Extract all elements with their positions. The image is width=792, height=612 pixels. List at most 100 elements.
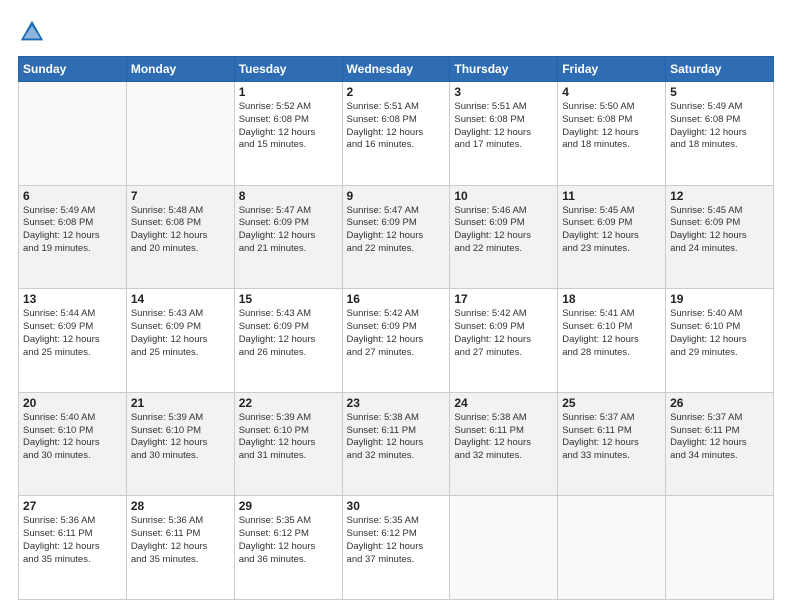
calendar-cell [126, 82, 234, 186]
calendar-cell: 9 Sunrise: 5:47 AM Sunset: 6:09 PM Daylig… [342, 185, 450, 289]
calendar-cell: 24 Sunrise: 5:38 AM Sunset: 6:11 PM Dayli… [450, 392, 558, 496]
weekday-header-tuesday: Tuesday [234, 57, 342, 82]
header [18, 18, 774, 46]
week-row-3: 13 Sunrise: 5:44 AM Sunset: 6:09 PM Dayli… [19, 289, 774, 393]
day-info: Sunrise: 5:38 AM Sunset: 6:11 PM Dayligh… [454, 412, 553, 463]
day-info: Sunrise: 5:40 AM Sunset: 6:10 PM Dayligh… [23, 412, 122, 463]
calendar-cell: 20 Sunrise: 5:40 AM Sunset: 6:10 PM Dayli… [19, 392, 127, 496]
week-row-5: 27 Sunrise: 5:36 AM Sunset: 6:11 PM Dayli… [19, 496, 774, 600]
week-row-1: 1 Sunrise: 5:52 AM Sunset: 6:08 PM Daylig… [19, 82, 774, 186]
day-info: Sunrise: 5:37 AM Sunset: 6:11 PM Dayligh… [562, 412, 661, 463]
day-number: 5 [670, 85, 769, 99]
day-info: Sunrise: 5:46 AM Sunset: 6:09 PM Dayligh… [454, 205, 553, 256]
weekday-header-thursday: Thursday [450, 57, 558, 82]
day-info: Sunrise: 5:52 AM Sunset: 6:08 PM Dayligh… [239, 101, 338, 152]
calendar-cell: 14Sunrise: 5:43 AM Sunset: 6:09 PM Dayli… [126, 289, 234, 393]
day-number: 15 [239, 292, 338, 306]
day-number: 2 [347, 85, 446, 99]
day-info: Sunrise: 5:47 AM Sunset: 6:09 PM Dayligh… [347, 205, 446, 256]
week-row-4: 20 Sunrise: 5:40 AM Sunset: 6:10 PM Dayli… [19, 392, 774, 496]
calendar-cell: 3 Sunrise: 5:51 AM Sunset: 6:08 PM Daylig… [450, 82, 558, 186]
day-number: 16 [347, 292, 446, 306]
day-info: Sunrise: 5:43 AM Sunset: 6:09 PM Dayligh… [239, 308, 338, 359]
weekday-header-row: SundayMondayTuesdayWednesdayThursdayFrid… [19, 57, 774, 82]
day-number: 4 [562, 85, 661, 99]
calendar-cell [558, 496, 666, 600]
day-info: Sunrise: 5:42 AM Sunset: 6:09 PM Dayligh… [347, 308, 446, 359]
day-number: 1 [239, 85, 338, 99]
day-number: 23 [347, 396, 446, 410]
calendar-cell: 15 Sunrise: 5:43 AM Sunset: 6:09 PM Dayli… [234, 289, 342, 393]
day-info: Sunrise: 5:42 AM Sunset: 6:09 PM Dayligh… [454, 308, 553, 359]
day-info: Sunrise: 5:37 AM Sunset: 6:11 PM Dayligh… [670, 412, 769, 463]
weekday-header-sunday: Sunday [19, 57, 127, 82]
weekday-header-monday: Monday [126, 57, 234, 82]
day-info: Sunrise: 5:35 AM Sunset: 6:12 PM Dayligh… [239, 515, 338, 566]
day-number: 10 [454, 189, 553, 203]
day-number: 6 [23, 189, 122, 203]
day-info: Sunrise: 5:40 AM Sunset: 6:10 PM Dayligh… [670, 308, 769, 359]
calendar-cell: 29 Sunrise: 5:35 AM Sunset: 6:12 PM Dayli… [234, 496, 342, 600]
calendar-cell: 21 Sunrise: 5:39 AM Sunset: 6:10 PM Dayli… [126, 392, 234, 496]
day-number: 29 [239, 499, 338, 513]
day-info: Sunrise: 5:45 AM Sunset: 6:09 PM Dayligh… [670, 205, 769, 256]
calendar-cell: 22Sunrise: 5:39 AM Sunset: 6:10 PM Dayli… [234, 392, 342, 496]
day-number: 27 [23, 499, 122, 513]
calendar-cell: 18 Sunrise: 5:41 AM Sunset: 6:10 PM Dayli… [558, 289, 666, 393]
day-info: Sunrise: 5:50 AM Sunset: 6:08 PM Dayligh… [562, 101, 661, 152]
day-info: Sunrise: 5:51 AM Sunset: 6:08 PM Dayligh… [454, 101, 553, 152]
calendar-cell: 25 Sunrise: 5:37 AM Sunset: 6:11 PM Dayli… [558, 392, 666, 496]
calendar-cell: 7 Sunrise: 5:48 AM Sunset: 6:08 PM Daylig… [126, 185, 234, 289]
day-number: 3 [454, 85, 553, 99]
day-info: Sunrise: 5:36 AM Sunset: 6:11 PM Dayligh… [131, 515, 230, 566]
day-number: 11 [562, 189, 661, 203]
day-info: Sunrise: 5:38 AM Sunset: 6:11 PM Dayligh… [347, 412, 446, 463]
calendar-cell [450, 496, 558, 600]
day-number: 7 [131, 189, 230, 203]
calendar-cell: 30Sunrise: 5:35 AM Sunset: 6:12 PM Dayli… [342, 496, 450, 600]
day-info: Sunrise: 5:49 AM Sunset: 6:08 PM Dayligh… [23, 205, 122, 256]
weekday-header-wednesday: Wednesday [342, 57, 450, 82]
day-number: 19 [670, 292, 769, 306]
day-info: Sunrise: 5:48 AM Sunset: 6:08 PM Dayligh… [131, 205, 230, 256]
day-number: 28 [131, 499, 230, 513]
day-number: 9 [347, 189, 446, 203]
day-info: Sunrise: 5:39 AM Sunset: 6:10 PM Dayligh… [131, 412, 230, 463]
calendar-cell: 1 Sunrise: 5:52 AM Sunset: 6:08 PM Daylig… [234, 82, 342, 186]
day-number: 21 [131, 396, 230, 410]
day-info: Sunrise: 5:45 AM Sunset: 6:09 PM Dayligh… [562, 205, 661, 256]
logo-icon [18, 18, 46, 46]
calendar-cell: 11 Sunrise: 5:45 AM Sunset: 6:09 PM Dayli… [558, 185, 666, 289]
calendar-cell: 8Sunrise: 5:47 AM Sunset: 6:09 PM Daylig… [234, 185, 342, 289]
day-info: Sunrise: 5:47 AM Sunset: 6:09 PM Dayligh… [239, 205, 338, 256]
calendar-cell: 16 Sunrise: 5:42 AM Sunset: 6:09 PM Dayli… [342, 289, 450, 393]
calendar-cell: 2 Sunrise: 5:51 AM Sunset: 6:08 PM Daylig… [342, 82, 450, 186]
day-number: 13 [23, 292, 122, 306]
calendar-cell [666, 496, 774, 600]
day-number: 18 [562, 292, 661, 306]
day-info: Sunrise: 5:36 AM Sunset: 6:11 PM Dayligh… [23, 515, 122, 566]
calendar-cell: 10 Sunrise: 5:46 AM Sunset: 6:09 PM Dayli… [450, 185, 558, 289]
day-number: 22 [239, 396, 338, 410]
day-info: Sunrise: 5:44 AM Sunset: 6:09 PM Dayligh… [23, 308, 122, 359]
day-number: 17 [454, 292, 553, 306]
calendar-cell: 4 Sunrise: 5:50 AM Sunset: 6:08 PM Daylig… [558, 82, 666, 186]
logo [18, 18, 50, 46]
day-number: 24 [454, 396, 553, 410]
week-row-2: 6 Sunrise: 5:49 AM Sunset: 6:08 PM Daylig… [19, 185, 774, 289]
calendar-cell: 23 Sunrise: 5:38 AM Sunset: 6:11 PM Dayli… [342, 392, 450, 496]
calendar-cell: 6 Sunrise: 5:49 AM Sunset: 6:08 PM Daylig… [19, 185, 127, 289]
calendar-cell: 19 Sunrise: 5:40 AM Sunset: 6:10 PM Dayli… [666, 289, 774, 393]
day-info: Sunrise: 5:43 AM Sunset: 6:09 PM Dayligh… [131, 308, 230, 359]
calendar-cell: 12 Sunrise: 5:45 AM Sunset: 6:09 PM Dayli… [666, 185, 774, 289]
day-info: Sunrise: 5:51 AM Sunset: 6:08 PM Dayligh… [347, 101, 446, 152]
day-info: Sunrise: 5:41 AM Sunset: 6:10 PM Dayligh… [562, 308, 661, 359]
day-number: 12 [670, 189, 769, 203]
calendar-cell [19, 82, 127, 186]
weekday-header-saturday: Saturday [666, 57, 774, 82]
calendar-cell: 13 Sunrise: 5:44 AM Sunset: 6:09 PM Dayli… [19, 289, 127, 393]
day-number: 25 [562, 396, 661, 410]
day-number: 26 [670, 396, 769, 410]
day-info: Sunrise: 5:35 AM Sunset: 6:12 PM Dayligh… [347, 515, 446, 566]
day-number: 20 [23, 396, 122, 410]
